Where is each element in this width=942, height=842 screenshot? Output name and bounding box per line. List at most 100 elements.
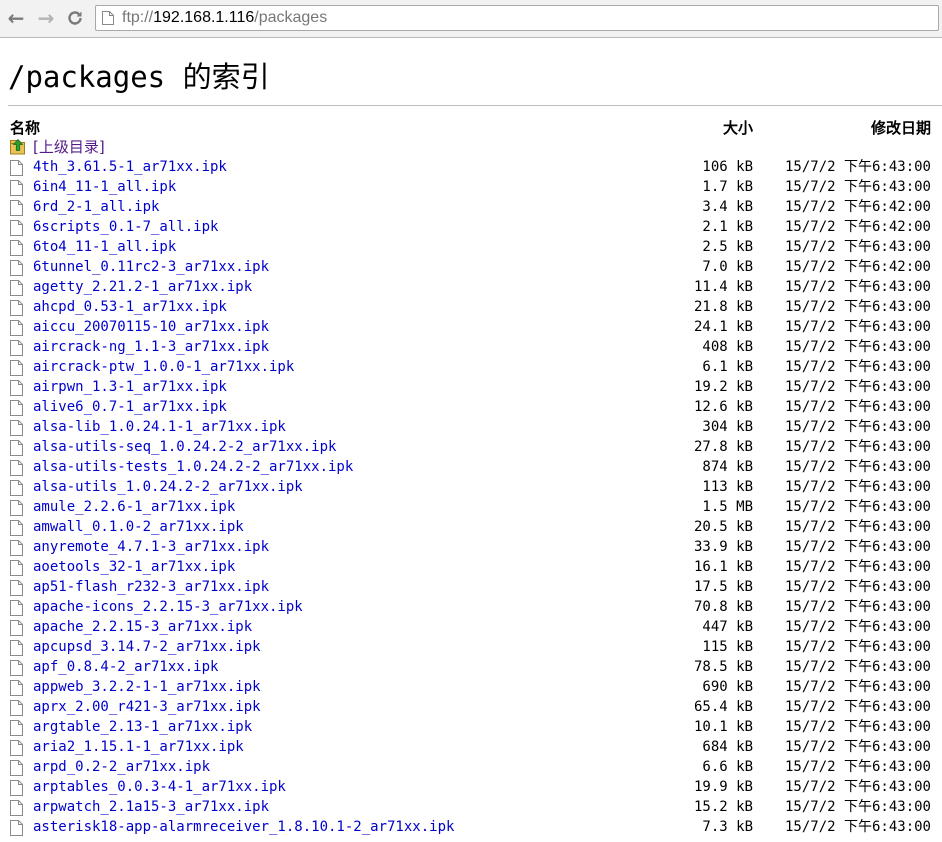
file-link[interactable]: alive6_0.7-1_ar71xx.ipk [33,397,227,417]
file-date: 15/7/2 下午6:43:00 [784,599,931,615]
file-link[interactable]: alsa-utils-seq_1.0.24.2-2_ar71xx.ipk [33,437,336,457]
file-size: 684 kB [702,739,753,755]
table-row: 6in4_11-1_all.ipk 1.7 kB 15/7/2 下午6:43:00 [8,177,931,197]
file-link[interactable]: arpwatch_2.1a15-3_ar71xx.ipk [33,797,269,817]
file-size: 21.8 kB [693,299,753,315]
file-size: 17.5 kB [693,579,753,595]
table-row: aria2_1.15.1-1_ar71xx.ipk 684 kB 15/7/2 下午… [8,737,931,757]
file-date: 15/7/2 下午6:43:00 [784,339,931,355]
file-link[interactable]: 6in4_11-1_all.ipk [33,177,176,197]
table-row: 4th_3.61.5-1_ar71xx.ipk 106 kB 15/7/2 下午6:… [8,157,931,177]
file-icon [10,680,24,696]
column-header-size[interactable]: 大小 [723,117,753,138]
file-icon [10,640,24,656]
divider [8,105,942,106]
file-icon [10,720,24,736]
file-link[interactable]: airpwn_1.3-1_ar71xx.ipk [33,377,227,397]
file-date: 15/7/2 下午6:42:00 [784,219,931,235]
file-link[interactable]: aoetools_32-1_ar71xx.ipk [33,557,235,577]
table-row: apache_2.2.15-3_ar71xx.ipk 447 kB 15/7/2 下… [8,617,931,637]
file-icon [10,500,24,516]
table-row: apcupsd_3.14.7-2_ar71xx.ipk 115 kB 15/7/2 … [8,637,931,657]
file-link[interactable]: aiccu_20070115-10_ar71xx.ipk [33,317,269,337]
file-icon [10,480,24,496]
file-link[interactable]: alsa-lib_1.0.24.1-1_ar71xx.ipk [33,417,286,437]
file-size: 16.1 kB [693,559,753,575]
file-link[interactable]: 6tunnel_0.11rc2-3_ar71xx.ipk [33,257,269,277]
file-icon [10,300,24,316]
file-link[interactable]: arpd_0.2-2_ar71xx.ipk [33,757,210,777]
file-link[interactable]: 4th_3.61.5-1_ar71xx.ipk [33,157,227,177]
file-size: 1.5 MB [702,499,753,515]
file-link[interactable]: amwall_0.1.0-2_ar71xx.ipk [33,517,244,537]
file-link[interactable]: apache_2.2.15-3_ar71xx.ipk [33,617,252,637]
file-link[interactable]: 6scripts_0.1-7_all.ipk [33,217,218,237]
file-link[interactable]: 6rd_2-1_all.ipk [33,197,159,217]
file-size: 2.1 kB [702,219,753,235]
forward-arrow-icon[interactable]: → [33,6,59,30]
file-link[interactable]: ap51-flash_r232-3_ar71xx.ipk [33,577,269,597]
file-icon [10,600,24,616]
file-icon [10,660,24,676]
file-link[interactable]: arptables_0.0.3-4-1_ar71xx.ipk [33,777,286,797]
file-size: 24.1 kB [693,319,753,335]
reload-icon[interactable] [62,6,88,30]
file-icon [10,560,24,576]
file-icon [10,360,24,376]
file-size: 10.1 kB [693,719,753,735]
file-link[interactable]: asterisk18-app-alarmreceiver_1.8.10.1-2_… [33,817,454,837]
file-link[interactable]: aircrack-ptw_1.0.0-1_ar71xx.ipk [33,357,294,377]
file-icon [10,340,24,356]
address-url[interactable]: ftp://192.168.1.116/packages [122,9,327,27]
file-link[interactable]: apcupsd_3.14.7-2_ar71xx.ipk [33,637,261,657]
table-header: 名称 大小 修改日期 [8,117,931,137]
file-link[interactable]: apf_0.8.4-2_ar71xx.ipk [33,657,218,677]
file-size: 874 kB [702,459,753,475]
file-date: 15/7/2 下午6:43:00 [784,179,931,195]
browser-toolbar: ← → ftp://192.168.1.116/packages [0,0,942,38]
column-header-name[interactable]: 名称 [10,117,40,138]
file-link[interactable]: 6to4_11-1_all.ipk [33,237,176,257]
table-row: alsa-utils-seq_1.0.24.2-2_ar71xx.ipk 27.8… [8,437,931,457]
file-size: 408 kB [702,339,753,355]
file-icon [10,420,24,436]
back-arrow-icon[interactable]: ← [3,6,29,30]
file-date: 15/7/2 下午6:43:00 [784,379,931,395]
file-size: 15.2 kB [693,799,753,815]
table-row: asterisk18-app-alarmreceiver_1.8.10.1-2_… [8,817,931,837]
file-icon [10,180,24,196]
table-row: anyremote_4.7.1-3_ar71xx.ipk 33.9 kB 15/7/… [8,537,931,557]
file-date: 15/7/2 下午6:43:00 [784,419,931,435]
table-row: alsa-utils_1.0.24.2-2_ar71xx.ipk 113 kB 15… [8,477,931,497]
file-link[interactable]: aprx_2.00_r421-3_ar71xx.ipk [33,697,261,717]
file-date: 15/7/2 下午6:43:00 [784,499,931,515]
file-icon [10,400,24,416]
file-date: 15/7/2 下午6:43:00 [784,619,931,635]
file-size: 106 kB [702,159,753,175]
column-header-date[interactable]: 修改日期 [871,117,931,138]
file-size: 78.5 kB [693,659,753,675]
file-link[interactable]: ahcpd_0.53-1_ar71xx.ipk [33,297,227,317]
file-link[interactable]: appweb_3.2.2-1-1_ar71xx.ipk [33,677,261,697]
parent-directory-link[interactable]: [上级目录] [33,137,105,157]
file-size: 447 kB [702,619,753,635]
file-date: 15/7/2 下午6:43:00 [784,579,931,595]
address-bar[interactable]: ftp://192.168.1.116/packages [95,5,939,31]
file-date: 15/7/2 下午6:43:00 [784,639,931,655]
file-icon [10,820,24,836]
file-size: 115 kB [702,639,753,655]
file-link[interactable]: aircrack-ng_1.1-3_ar71xx.ipk [33,337,269,357]
file-link[interactable]: argtable_2.13-1_ar71xx.ipk [33,717,252,737]
file-link[interactable]: aria2_1.15.1-1_ar71xx.ipk [33,737,244,757]
file-date: 15/7/2 下午6:43:00 [784,679,931,695]
table-row: amwall_0.1.0-2_ar71xx.ipk 20.5 kB 15/7/2 下… [8,517,931,537]
file-link[interactable]: alsa-utils-tests_1.0.24.2-2_ar71xx.ipk [33,457,353,477]
file-link[interactable]: alsa-utils_1.0.24.2-2_ar71xx.ipk [33,477,303,497]
file-date: 15/7/2 下午6:43:00 [784,479,931,495]
file-link[interactable]: apache-icons_2.2.15-3_ar71xx.ipk [33,597,303,617]
file-link[interactable]: anyremote_4.7.1-3_ar71xx.ipk [33,537,269,557]
file-icon [10,260,24,276]
file-link[interactable]: amule_2.2.6-1_ar71xx.ipk [33,497,235,517]
table-row: aiccu_20070115-10_ar71xx.ipk 24.1 kB 15/7/… [8,317,931,337]
file-link[interactable]: agetty_2.21.2-1_ar71xx.ipk [33,277,252,297]
